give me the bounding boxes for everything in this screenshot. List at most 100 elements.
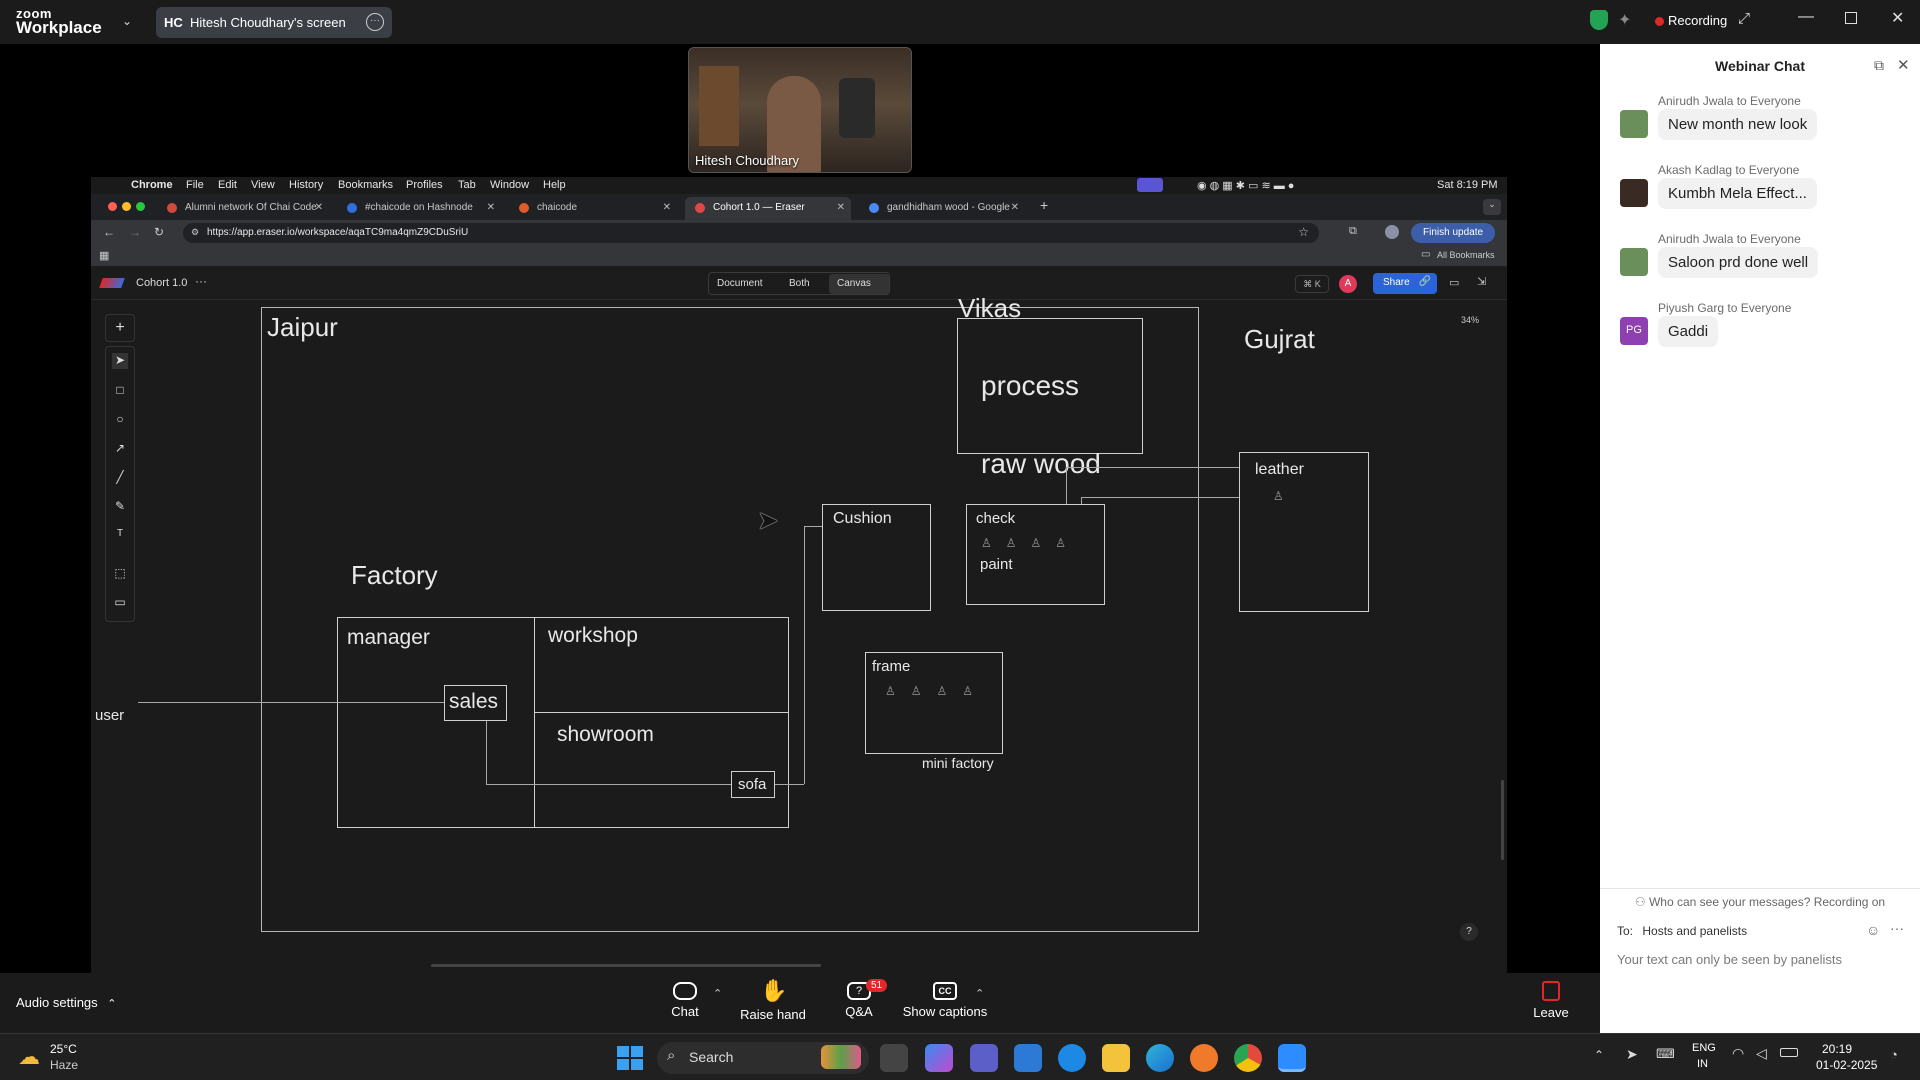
user-avatar[interactable]: A [1339,275,1357,293]
store-icon[interactable] [1014,1044,1042,1072]
share-button[interactable]: Share 🔗 [1373,273,1437,294]
brush-app-icon[interactable] [1190,1044,1218,1072]
process-label[interactable]: process [981,370,1079,402]
message-text[interactable]: Gaddi [1658,316,1719,347]
zoom-app-icon[interactable] [1278,1044,1306,1072]
showroom-label[interactable]: showroom [557,723,654,747]
comment-tool-icon[interactable]: ▭ [112,595,128,611]
weather-condition[interactable]: Haze [50,1058,78,1072]
chevron-down-icon[interactable]: ⌄ [122,14,132,28]
more-options-icon[interactable]: ··· [366,13,384,31]
mac-menu-history[interactable]: History [289,179,323,191]
back-icon[interactable]: ← [103,225,115,239]
lang-top[interactable]: ENG [1692,1042,1716,1054]
tray-chevron-icon[interactable]: ⌃ [1594,1048,1604,1062]
reload-icon[interactable]: ↻ [154,225,164,239]
export-icon[interactable]: ⇲ [1477,275,1486,288]
vertical-scrollbar[interactable] [1501,780,1504,860]
minimize-icon[interactable]: — [1798,8,1814,26]
sparkle-icon[interactable]: ✦ [1618,10,1631,30]
teams-icon[interactable] [970,1044,998,1072]
mini-factory-label[interactable]: mini factory [922,755,994,771]
gujrat-label[interactable]: Gujrat [1244,324,1315,355]
screen-share-pill[interactable]: HC Hitesh Choudhary's screen ··· [156,7,392,38]
recording-label[interactable]: Recording [1668,13,1727,28]
arrow-tool-icon[interactable]: ↗ [112,441,128,457]
tab-google[interactable]: gandhidham wood - Google ✕ [859,197,1025,220]
add-icon[interactable]: + [112,319,128,336]
close-window-icon[interactable]: ✕ [1891,8,1904,28]
screen-share-icon[interactable] [1137,178,1163,192]
tab-alumni[interactable]: Alumni network Of Chai Code ✕ [157,197,329,220]
ellipse-tool-icon[interactable]: ○ [112,412,128,428]
message-text[interactable]: New month new look [1658,109,1818,140]
view-canvas[interactable]: Canvas [829,274,889,294]
raw-wood-label[interactable]: raw wood [981,448,1101,480]
profile-icon[interactable] [1385,225,1399,239]
start-icon[interactable] [615,1044,643,1072]
captions-options-icon[interactable]: ⌃ [975,987,984,1000]
check-label[interactable]: check [976,510,1015,527]
frame-label[interactable]: frame [872,658,910,675]
tab-close-icon[interactable]: ✕ [315,202,323,213]
manager-label[interactable]: manager [347,626,430,650]
tab-eraser[interactable]: Cohort 1.0 — Eraser ✕ [685,197,851,220]
battery-icon[interactable] [1780,1048,1798,1057]
edge-icon[interactable] [1146,1044,1174,1072]
pop-out-icon[interactable]: ⧉ [1874,57,1884,74]
chat-input[interactable]: Your text can only be seen by panelists [1617,952,1842,967]
mac-menu-tab[interactable]: Tab [458,179,476,191]
apps-grid-icon[interactable]: ▦ [99,249,109,262]
file-explorer-icon[interactable] [1102,1044,1130,1072]
address-bar[interactable]: ⚙ https://app.eraser.io/workspace/aqaTC9… [183,223,1319,243]
tab-close-icon[interactable]: ✕ [487,202,495,213]
recipient-row[interactable]: To: Hosts and panelists [1617,924,1747,938]
file-title[interactable]: Cohort 1.0 [136,277,187,289]
select-tool-icon[interactable]: ➤ [112,353,128,369]
close-chat-icon[interactable]: ✕ [1897,56,1910,74]
keyboard-icon[interactable]: ⌨ [1656,1046,1675,1062]
volume-icon[interactable]: ◁ [1756,1045,1767,1062]
audio-settings-button[interactable]: Audio settings ⌃ [16,995,117,1010]
qa-button[interactable]: ? Q&A [814,979,904,1019]
new-tab-icon[interactable]: + [1040,197,1048,213]
mac-menu-profiles[interactable]: Profiles [406,179,443,191]
clock-time[interactable]: 20:19 [1822,1042,1852,1056]
to-value[interactable]: Hosts and panelists [1642,924,1747,938]
sofa-label[interactable]: sofa [738,776,766,793]
weather-temp[interactable]: 25°C [50,1042,77,1056]
help-button[interactable]: ? [1460,923,1478,941]
mac-menu-help[interactable]: Help [543,179,566,191]
all-bookmarks-label[interactable]: All Bookmarks [1437,250,1495,260]
taskbar-search[interactable]: ⌕ Search [657,1042,869,1074]
mac-menu-edit[interactable]: Edit [218,179,237,191]
emoji-icon[interactable]: ☺ [1866,922,1880,938]
forward-icon[interactable]: → [129,225,141,239]
restore-icon[interactable] [1845,12,1857,24]
participant-video[interactable]: Hitesh Choudhary [688,47,912,173]
message-text[interactable]: Saloon prd done well [1658,247,1819,278]
chrome-icon[interactable] [1234,1044,1262,1072]
eraser-canvas[interactable]: + ➤ □ ○ ↗ ╱ ✎ T ⬚ ▭ 34% Jaipur Vikas pro… [91,293,1507,973]
user-label[interactable]: user [95,707,124,724]
eraser-logo[interactable] [99,278,125,288]
weather-icon[interactable]: ☁ [18,1044,40,1070]
mac-menu-file[interactable]: File [186,179,204,191]
traffic-minimize[interactable] [122,202,131,211]
zoom-level[interactable]: 34% [1461,315,1479,325]
lang-bottom[interactable]: IN [1697,1058,1708,1070]
mac-menu-view[interactable]: View [251,179,275,191]
bookmark-star-icon[interactable]: ☆ [1298,225,1309,239]
workshop-label[interactable]: workshop [548,624,638,648]
factory-label[interactable]: Factory [351,560,438,591]
jaipur-label[interactable]: Jaipur [267,312,338,343]
mac-app-name[interactable]: Chrome [131,179,173,191]
text-tool-icon[interactable]: T [112,528,128,544]
chat-options-icon[interactable]: ⌃ [713,987,722,1000]
more-icon[interactable]: ··· [1890,920,1904,936]
view-both[interactable]: Both [781,274,818,294]
rectangle-tool-icon[interactable]: □ [112,383,128,399]
tab-close-icon[interactable]: ✕ [663,202,671,213]
tab-close-icon[interactable]: ✕ [1011,202,1019,213]
leave-button[interactable]: Leave [1506,979,1596,1020]
